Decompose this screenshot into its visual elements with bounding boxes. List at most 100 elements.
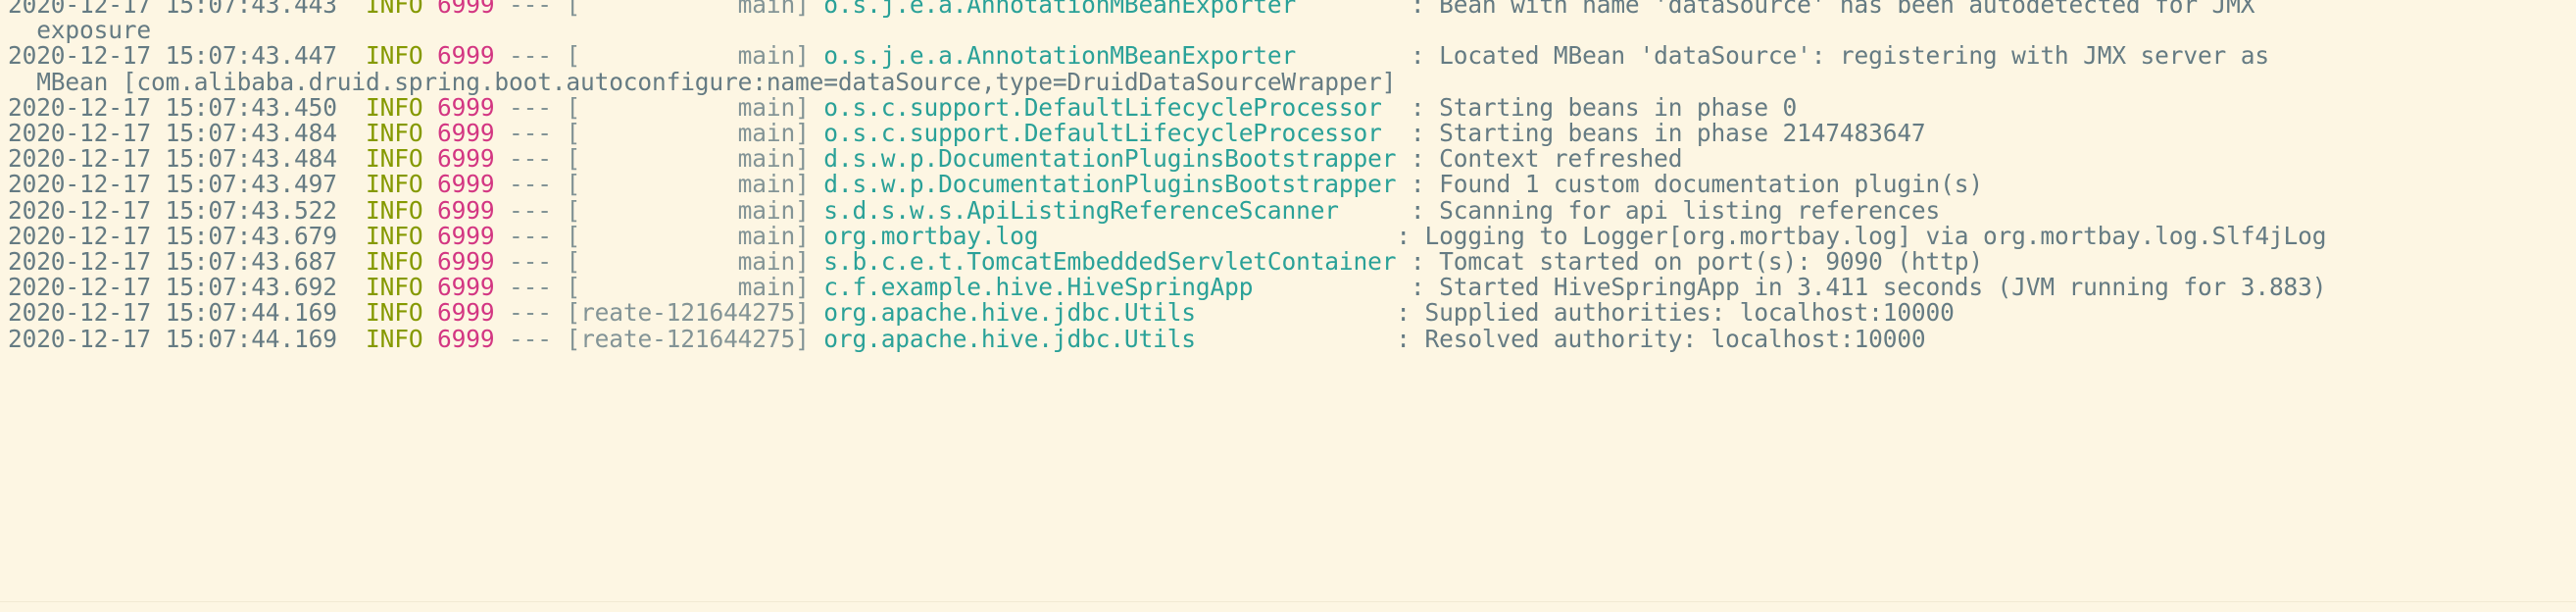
log-timestamp: 2020-12-17 15:07:43.450: [8, 92, 337, 122]
log-message: Located MBean 'dataSource': registering …: [1439, 41, 2269, 71]
log-colon: :: [1253, 273, 1440, 302]
log-thread: [reate-121644275]: [566, 324, 810, 353]
log-colon: :: [1396, 170, 1440, 199]
log-gap: [337, 325, 366, 353]
log-pid: 6999: [437, 92, 495, 122]
log-logger: s.b.c.e.t.TomcatEmbeddedServletContainer: [823, 247, 1397, 277]
log-level: INFO: [366, 119, 423, 148]
log-message: Found 1 custom documentation plugin(s): [1439, 170, 1983, 199]
log-colon: :: [1296, 41, 1440, 71]
log-message: Bean with name 'dataSource' has been aut…: [1439, 0, 2255, 19]
log-gap: [494, 144, 509, 173]
log-timestamp: 2020-12-17 15:07:43.484: [8, 119, 337, 148]
log-gap: [552, 196, 567, 225]
log-level: INFO: [366, 247, 423, 277]
log-thread: [ main]: [566, 170, 810, 199]
log-thread: [ main]: [566, 221, 810, 250]
log-thread: [ main]: [566, 41, 810, 71]
log-gap: [552, 325, 567, 353]
log-level: INFO: [366, 298, 423, 328]
log-gap: [494, 298, 509, 327]
log-gap: [552, 222, 567, 250]
log-gap: [422, 273, 437, 301]
log-gap: [422, 196, 437, 225]
log-thread: [ main]: [566, 273, 810, 302]
log-gap: [422, 0, 437, 19]
log-separator: ---: [509, 144, 552, 174]
log-gap: [422, 170, 437, 198]
log-timestamp: 2020-12-17 15:07:43.679: [8, 221, 337, 250]
log-pid: 6999: [437, 221, 495, 250]
log-separator: ---: [509, 247, 552, 277]
log-gap: [337, 222, 366, 250]
log-message: Resolved authority: localhost:10000: [1424, 324, 1926, 353]
log-message: Scanning for api listing references: [1439, 195, 1941, 225]
log-timestamp: 2020-12-17 15:07:43.522: [8, 195, 337, 225]
log-line: 2020-12-17 15:07:43.484 INFO 6999 --- [ …: [8, 146, 2572, 172]
log-line: 2020-12-17 15:07:43.447 INFO 6999 --- [ …: [8, 43, 2572, 69]
log-gap: [337, 41, 366, 70]
log-gap: [337, 298, 366, 327]
log-logger: s.d.s.w.s.ApiListingReferenceScanner: [823, 195, 1339, 225]
log-line-list: 2020-12-17 15:07:43.443 INFO 6999 --- [ …: [0, 0, 2576, 352]
log-separator: ---: [509, 273, 552, 302]
log-level: INFO: [366, 41, 423, 71]
log-separator: ---: [509, 0, 552, 19]
log-colon: :: [1396, 247, 1440, 277]
log-gap: [552, 119, 567, 147]
log-timestamp: 2020-12-17 15:07:43.484: [8, 144, 337, 174]
log-timestamp: 2020-12-17 15:07:44.169: [8, 324, 337, 353]
log-gap: [810, 196, 824, 225]
log-gap: [494, 222, 509, 250]
log-thread: [ main]: [566, 247, 810, 277]
log-line-continuation: exposure: [8, 18, 2572, 43]
log-line-continuation: MBean [com.alibaba.druid.spring.boot.aut…: [8, 69, 2572, 95]
log-pid: 6999: [437, 0, 495, 19]
log-gap: [337, 196, 366, 225]
log-level: INFO: [366, 195, 423, 225]
log-gap: [552, 41, 567, 70]
log-continuation-text: exposure: [8, 16, 152, 45]
log-logger: o.s.j.e.a.AnnotationMBeanExporter: [823, 0, 1297, 19]
log-colon: :: [1381, 92, 1440, 122]
log-gap: [552, 144, 567, 173]
log-thread: [ main]: [566, 0, 810, 19]
log-gap: [494, 325, 509, 353]
log-gap: [810, 0, 824, 19]
log-line: 2020-12-17 15:07:43.687 INFO 6999 --- [ …: [8, 247, 2572, 277]
log-message: Started HiveSpringApp in 3.411 seconds (…: [1439, 273, 2327, 302]
log-separator: ---: [509, 119, 552, 148]
console-log-viewport[interactable]: 2020-12-17 15:07:43.443 INFO 6999 --- [ …: [0, 0, 2576, 612]
log-colon: :: [1381, 119, 1440, 148]
log-gap: [422, 247, 437, 276]
log-timestamp: 2020-12-17 15:07:44.169: [8, 298, 337, 328]
log-thread: [ main]: [566, 119, 810, 148]
log-message: Tomcat started on port(s): 9090 (http): [1439, 247, 1983, 277]
log-gap: [810, 144, 824, 173]
log-separator: ---: [509, 195, 552, 225]
log-gap: [337, 144, 366, 173]
log-gap: [422, 144, 437, 173]
log-gap: [422, 119, 437, 147]
log-message: Context refreshed: [1439, 144, 1683, 174]
log-gap: [552, 93, 567, 122]
log-thread: [reate-121644275]: [566, 298, 810, 328]
log-line: 2020-12-17 15:07:44.169 INFO 6999 --- [r…: [8, 324, 2572, 353]
log-separator: ---: [509, 298, 552, 328]
log-timestamp: 2020-12-17 15:07:43.497: [8, 170, 337, 199]
log-message: Supplied authorities: localhost:10000: [1424, 298, 1955, 328]
log-gap: [552, 247, 567, 276]
log-line: 2020-12-17 15:07:43.484 INFO 6999 --- [ …: [8, 119, 2572, 148]
log-separator: ---: [509, 41, 552, 71]
log-logger: o.s.c.support.DefaultLifecycleProcessor: [823, 92, 1382, 122]
log-level: INFO: [366, 324, 423, 353]
log-logger: org.apache.hive.jdbc.Utils: [823, 324, 1196, 353]
log-gap: [810, 119, 824, 147]
log-logger: org.apache.hive.jdbc.Utils: [823, 298, 1196, 328]
log-gap: [422, 93, 437, 122]
log-message: Logging to Logger[org.mortbay.log] via o…: [1424, 221, 2327, 250]
log-logger: org.mortbay.log: [823, 221, 1039, 250]
log-level: INFO: [366, 221, 423, 250]
log-message: Starting beans in phase 0: [1439, 92, 1798, 122]
log-colon: :: [1038, 221, 1425, 250]
